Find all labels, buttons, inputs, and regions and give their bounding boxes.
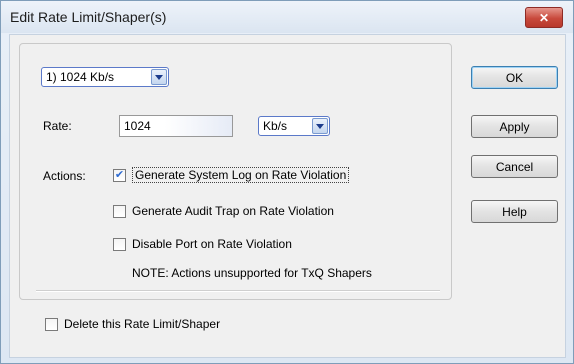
rate-limit-dropdown-button[interactable] xyxy=(151,69,167,85)
generate-audit-trap-option[interactable]: Generate Audit Trap on Rate Violation xyxy=(113,204,334,218)
rate-unit-dropdown-button[interactable] xyxy=(312,118,328,134)
generate-audit-trap-label: Generate Audit Trap on Rate Violation xyxy=(132,204,334,218)
delete-rate-limit-label: Delete this Rate Limit/Shaper xyxy=(64,317,221,331)
rate-limit-selector-value: 1) 1024 Kb/s xyxy=(46,70,115,84)
help-button[interactable]: Help xyxy=(471,200,558,223)
apply-button[interactable]: Apply xyxy=(471,115,558,138)
rate-unit-value: Kb/s xyxy=(263,119,288,133)
dialog-title: Edit Rate Limit/Shaper(s) xyxy=(10,9,167,25)
ok-button[interactable]: OK xyxy=(471,66,558,89)
rate-limit-selector[interactable]: 1) 1024 Kb/s xyxy=(41,67,169,87)
generate-system-log-label: Generate System Log on Rate Violation xyxy=(132,167,350,183)
disable-port-option[interactable]: Disable Port on Rate Violation xyxy=(113,237,292,251)
actions-note: NOTE: Actions unsupported for TxQ Shaper… xyxy=(132,266,372,280)
rate-unit-select[interactable]: Kb/s xyxy=(258,116,330,136)
divider xyxy=(36,290,440,292)
delete-rate-limit-checkbox[interactable] xyxy=(45,317,58,331)
rate-label: Rate: xyxy=(43,119,72,133)
close-button[interactable]: ✕ xyxy=(525,7,563,28)
close-icon: ✕ xyxy=(538,10,550,25)
chevron-down-icon xyxy=(155,74,163,80)
actions-label: Actions: xyxy=(43,169,86,183)
delete-rate-limit-option[interactable]: Delete this Rate Limit/Shaper xyxy=(45,317,220,331)
generate-system-log-option[interactable]: ✔ Generate System Log on Rate Violation xyxy=(113,167,350,183)
disable-port-label: Disable Port on Rate Violation xyxy=(132,237,292,251)
dialog-window: Edit Rate Limit/Shaper(s) ✕ 1) 1024 Kb/s… xyxy=(0,0,574,364)
chevron-down-icon xyxy=(316,123,324,129)
generate-system-log-checkbox[interactable]: ✔ xyxy=(113,168,126,182)
title-bar: Edit Rate Limit/Shaper(s) ✕ xyxy=(1,1,573,33)
cancel-button[interactable]: Cancel xyxy=(471,155,558,178)
rate-input[interactable] xyxy=(119,115,233,137)
generate-audit-trap-checkbox[interactable] xyxy=(113,204,126,218)
disable-port-checkbox[interactable] xyxy=(113,237,126,251)
